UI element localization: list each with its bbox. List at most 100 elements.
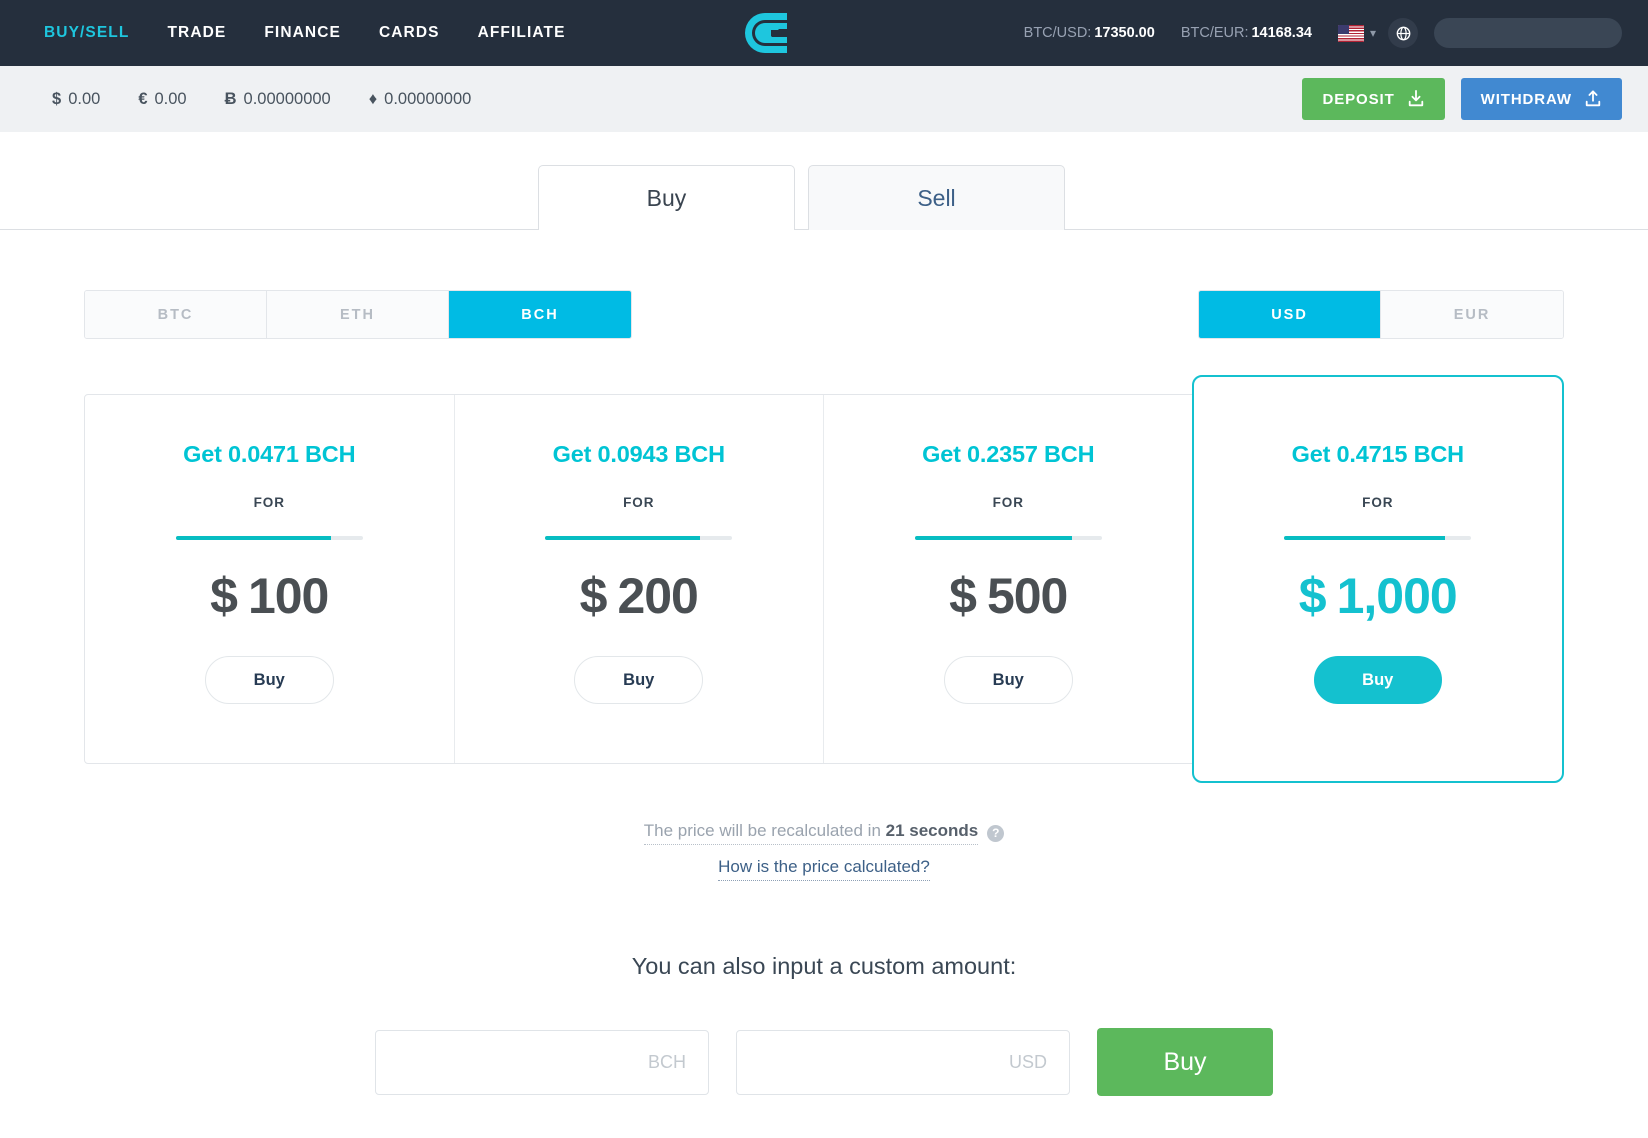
price-card-value: 1,000: [1336, 568, 1458, 624]
price-card-grid: Get 0.0471 BCH FOR $100 Buy Get 0.0943 B…: [84, 375, 1564, 783]
price-card-title: Get 0.2357 BCH: [922, 441, 1095, 467]
price-card-200[interactable]: Get 0.0943 BCH FOR $200 Buy: [455, 395, 824, 763]
segment-eth[interactable]: ETH: [267, 291, 449, 338]
ticker-btc-eur-label: BTC/EUR:: [1180, 25, 1249, 41]
cex-logo-icon[interactable]: [732, 9, 796, 57]
price-countdown-fill: [545, 536, 701, 540]
deposit-button[interactable]: DEPOSIT: [1302, 78, 1445, 120]
segment-bch[interactable]: BCH: [449, 291, 631, 338]
price-card-amount: $500: [949, 567, 1068, 625]
price-countdown-fill: [1284, 536, 1446, 540]
price-card-value: 200: [617, 568, 698, 624]
download-icon: [1408, 90, 1423, 107]
crypto-segment: BTC ETH BCH: [84, 290, 632, 339]
custom-buy-button[interactable]: Buy: [1097, 1028, 1273, 1096]
price-countdown-bar: [1284, 536, 1472, 540]
price-card-amount: $100: [210, 567, 329, 625]
how-price-calculated-link[interactable]: How is the price calculated?: [718, 857, 930, 881]
segment-eur[interactable]: EUR: [1381, 291, 1563, 338]
recalc-seconds: 21 seconds: [885, 821, 979, 840]
balance-list: $ 0.00 € 0.00 Ƀ 0.00000000 ♦ 0.00000000: [52, 90, 471, 109]
fiat-segment: USD EUR: [1198, 290, 1564, 339]
price-card-100[interactable]: Get 0.0471 BCH FOR $100 Buy: [85, 395, 455, 763]
nav-item-trade[interactable]: TRADE: [167, 24, 226, 42]
balance-eth: ♦ 0.00000000: [369, 90, 472, 109]
ticker-btc-eur-value: 14168.34: [1251, 25, 1312, 41]
price-countdown-fill: [175, 536, 331, 540]
top-navigation-bar: BUY/SELL TRADE FINANCE CARDS AFFILIATE B…: [0, 0, 1648, 66]
price-card-currency: $: [1298, 568, 1327, 624]
nav-item-cards[interactable]: CARDS: [379, 24, 440, 42]
chevron-down-icon[interactable]: ▾: [1370, 27, 1376, 39]
price-countdown-bar: [545, 536, 733, 540]
recalc-prefix: The price will be recalculated in: [643, 821, 886, 840]
balance-eur: € 0.00: [138, 90, 186, 109]
price-card-title: Get 0.0943 BCH: [552, 441, 725, 467]
balance-eth-amount: 0.00000000: [384, 89, 472, 108]
segment-usd[interactable]: USD: [1199, 291, 1381, 338]
price-card-value: 100: [247, 568, 329, 624]
help-icon[interactable]: ?: [987, 824, 1005, 842]
nav-item-finance[interactable]: FINANCE: [264, 24, 341, 42]
balance-eur-amount: 0.00: [154, 89, 187, 108]
price-card-amount: $1,000: [1298, 567, 1458, 625]
price-card-title: Get 0.4715 BCH: [1291, 441, 1464, 467]
price-card-for-label: FOR: [623, 495, 655, 510]
currency-selectors: BTC ETH BCH USD EUR: [84, 290, 1564, 339]
price-card-for-label: FOR: [253, 495, 285, 510]
price-card-for-label: FOR: [1362, 495, 1394, 510]
recalc-link-row: How is the price calculated?: [0, 845, 1648, 881]
ticker-btc-usd-value: 17350.00: [1094, 25, 1155, 41]
balance-usd-symbol: $: [52, 89, 62, 108]
nav-item-affiliate[interactable]: AFFILIATE: [478, 24, 566, 42]
price-countdown-bar: [175, 536, 363, 540]
recalc-line: The price will be recalculated in 21 sec…: [643, 821, 1005, 845]
card-buy-button[interactable]: Buy: [1313, 656, 1442, 704]
price-card-currency: $: [949, 568, 977, 624]
balance-usd: $ 0.00: [52, 90, 100, 109]
price-card-for-label: FOR: [992, 495, 1024, 510]
balance-eth-symbol: ♦: [368, 89, 378, 108]
globe-icon[interactable]: [1388, 18, 1418, 48]
tab-list: Buy Sell: [538, 165, 1065, 231]
tab-buy[interactable]: Buy: [538, 165, 795, 231]
search-input[interactable]: [1434, 18, 1622, 48]
ticker-btc-eur: BTC/EUR: 14168.34: [1181, 25, 1312, 41]
balance-btc: Ƀ 0.00000000: [225, 90, 331, 109]
buy-sell-tabstrip: Buy Sell: [0, 165, 1648, 231]
price-countdown-fill: [914, 536, 1072, 540]
card-buy-button[interactable]: Buy: [943, 656, 1073, 704]
price-card-title: Get 0.0471 BCH: [183, 441, 356, 467]
deposit-button-label: DEPOSIT: [1322, 90, 1395, 108]
price-recalc-notice: The price will be recalculated in 21 sec…: [0, 821, 1648, 881]
custom-fiat-input[interactable]: [736, 1029, 1070, 1095]
balance-btc-symbol: Ƀ: [224, 89, 237, 108]
balance-usd-amount: 0.00: [68, 89, 101, 108]
nav-item-buy-sell[interactable]: BUY/SELL: [44, 24, 129, 42]
balance-bar: $ 0.00 € 0.00 Ƀ 0.00000000 ♦ 0.00000000 …: [0, 66, 1648, 132]
header-right-cluster: BTC/USD: 17350.00 BTC/EUR: 14168.34 ▾: [1024, 18, 1622, 48]
balance-actions: DEPOSIT WITHDRAW: [1302, 78, 1622, 120]
tab-sell[interactable]: Sell: [808, 165, 1065, 230]
withdraw-button[interactable]: WITHDRAW: [1460, 78, 1622, 120]
ticker-btc-usd: BTC/USD: 17350.00: [1024, 25, 1155, 41]
custom-amount-row: Buy: [0, 1028, 1648, 1096]
recalc-text[interactable]: The price will be recalculated in 21 sec…: [643, 821, 979, 845]
price-card-500[interactable]: Get 0.2357 BCH FOR $500 Buy: [824, 395, 1194, 763]
card-buy-button[interactable]: Buy: [574, 656, 704, 704]
upload-icon: [1585, 90, 1601, 107]
balance-eur-symbol: €: [138, 89, 148, 108]
custom-crypto-input[interactable]: [375, 1029, 709, 1095]
price-countdown-bar: [914, 536, 1102, 540]
us-flag-icon[interactable]: [1337, 24, 1364, 42]
custom-amount-title: You can also input a custom amount:: [631, 953, 1017, 979]
price-card-1000[interactable]: Get 0.4715 BCH FOR $1,000 Buy: [1191, 375, 1564, 783]
main-nav: BUY/SELL TRADE FINANCE CARDS AFFILIATE: [44, 24, 566, 42]
flag-canton: [1337, 24, 1349, 34]
segment-btc[interactable]: BTC: [85, 291, 267, 338]
withdraw-button-label: WITHDRAW: [1480, 90, 1572, 108]
price-card-value: 500: [986, 568, 1068, 624]
price-card-currency: $: [210, 568, 238, 624]
balance-btc-amount: 0.00000000: [243, 89, 331, 108]
card-buy-button[interactable]: Buy: [204, 656, 334, 704]
